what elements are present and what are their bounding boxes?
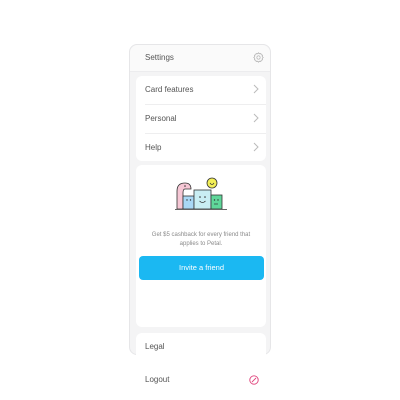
menu-item-label: Help: [145, 143, 162, 152]
menu-item-personal[interactable]: Personal: [136, 105, 266, 133]
settings-menu: Card features Personal Help: [136, 76, 266, 161]
header-bar: Settings: [130, 45, 270, 72]
menu-item-card-features[interactable]: Card features: [136, 76, 266, 104]
invite-friend-button[interactable]: Invite a friend: [139, 256, 264, 280]
chevron-right-icon: [253, 113, 259, 123]
invite-promo-card: Get $5 cashback for every friend that ap…: [136, 165, 266, 327]
settings-screen: Settings Card features Personal Help Get…: [129, 44, 271, 395]
page-title: Settings: [145, 53, 174, 62]
legal-label: Legal: [145, 342, 165, 351]
logout-icon: [249, 375, 259, 385]
menu-item-label: Card features: [145, 85, 194, 94]
logout-label: Logout: [145, 375, 170, 384]
menu-item-help[interactable]: Help: [136, 134, 266, 162]
chevron-right-icon: [253, 142, 259, 152]
legal-item[interactable]: Legal: [136, 333, 266, 361]
logout-item[interactable]: Logout: [136, 366, 266, 395]
chevron-right-icon: [253, 84, 259, 94]
gear-icon[interactable]: [253, 52, 264, 63]
menu-item-label: Personal: [145, 114, 177, 123]
promo-text: Get $5 cashback for every friend that ap…: [151, 232, 251, 247]
friends-illustration: [175, 177, 227, 210]
